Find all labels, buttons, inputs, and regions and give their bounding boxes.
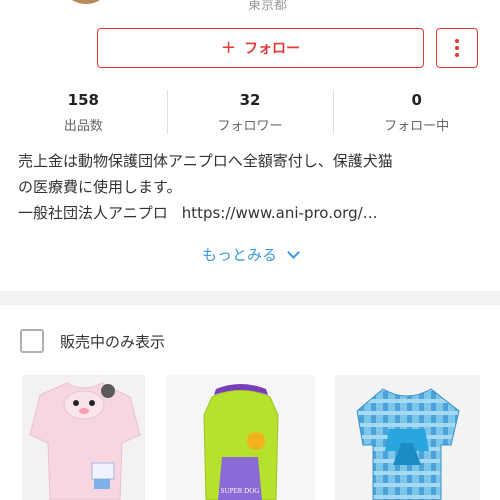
stat-value: 158 <box>67 91 99 109</box>
product-image: SUPER DOG <box>166 375 315 500</box>
bio-line: 一般社団法人アニプロ https://www.ani-pro.org/… <box>18 200 488 226</box>
product-image <box>22 375 145 500</box>
location-text: 東京都 <box>248 0 288 13</box>
bio-line: の医療費に使用します。 <box>18 178 182 196</box>
stat-value: 32 <box>239 91 261 109</box>
on-sale-checkbox[interactable] <box>20 329 44 353</box>
product-image <box>335 375 480 500</box>
stat-value: 0 <box>411 91 422 109</box>
bio-website-link[interactable]: https://www.ani-pro.org/… <box>182 204 378 222</box>
more-options-button[interactable] <box>436 28 478 68</box>
follow-button[interactable]: + フォロー <box>97 28 424 68</box>
product-print-text: SUPER DOG <box>221 487 260 495</box>
plus-icon: + <box>220 37 237 58</box>
section-divider <box>0 291 500 305</box>
product-item-2[interactable]: SUPER DOG <box>166 375 315 500</box>
follow-button-label: フォロー <box>244 41 301 57</box>
stat-listings[interactable]: 158 出品数 <box>0 88 167 140</box>
profile-bio: 売上金は動物保護団体アニプロへ全額寄付し、保護犬猫 の医療費に使用します。 一般… <box>18 148 488 226</box>
stat-label: フォロー中 <box>384 119 450 134</box>
stat-following[interactable]: 0 フォロー中 <box>333 88 500 140</box>
stat-label: 出品数 <box>63 119 103 134</box>
profile-header-strip: 東京都 <box>0 0 500 18</box>
avatar[interactable] <box>68 0 104 4</box>
stat-followers[interactable]: 32 フォロワー <box>166 88 334 140</box>
on-sale-filter[interactable]: 販売中のみ表示 <box>20 329 165 353</box>
product-item-3[interactable] <box>335 375 480 500</box>
stat-label: フォロワー <box>217 119 283 134</box>
bio-org-name: 一般社団法人アニプロ <box>18 204 168 222</box>
product-item-1[interactable] <box>22 375 145 500</box>
chevron-down-icon <box>287 246 300 259</box>
show-more-label: もっとみる <box>201 246 277 264</box>
more-vertical-icon <box>455 39 459 57</box>
on-sale-filter-label: 販売中のみ表示 <box>60 332 166 351</box>
bio-line: 売上金は動物保護団体アニプロへ全額寄付し、保護犬猫 <box>18 152 393 170</box>
show-more-link[interactable]: もっとみる <box>0 244 500 265</box>
profile-stats: 158 出品数 32 フォロワー 0 フォロー中 <box>0 88 500 140</box>
